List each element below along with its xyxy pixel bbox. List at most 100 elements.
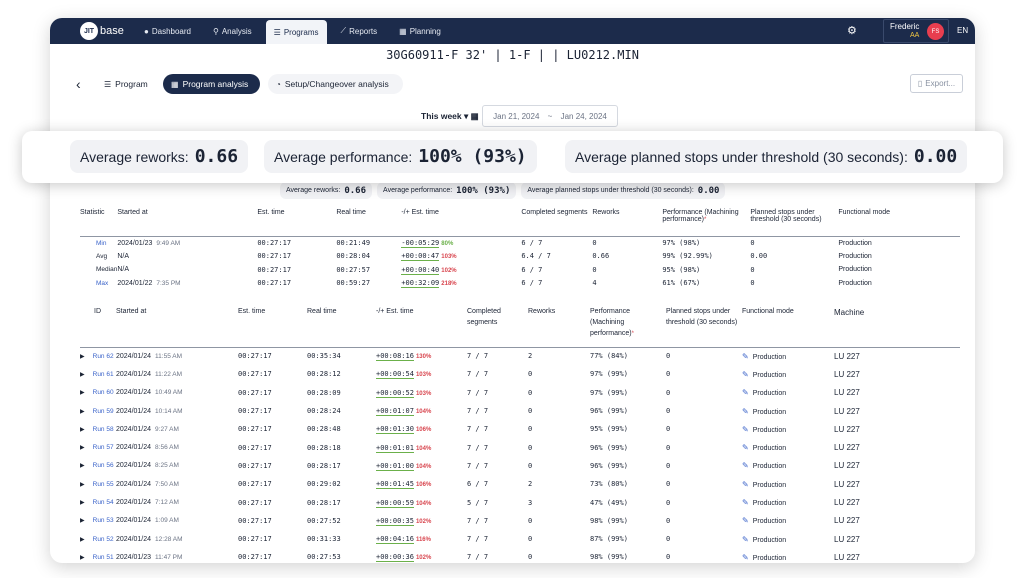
table-row[interactable]: ▶ Run 62 2024/01/24 11:55 AM 00:27:17 00:35:3… (80, 347, 960, 365)
stats-row: Min 2024/01/23 9:49 AM 00:27:17 00:21:49 -00:… (80, 236, 960, 250)
col-machine: Machine (834, 301, 960, 348)
run-link[interactable]: Run 62 (93, 353, 114, 360)
run-link[interactable]: Run 53 (93, 517, 114, 524)
table-row[interactable]: ▶ Run 55 2024/01/24 7:50 AM 00:27:17 00:29:02… (80, 475, 960, 493)
run-link[interactable]: Run 56 (93, 462, 114, 469)
tab-setup-analysis[interactable]: ◔ Setup/Changeover analysis (268, 74, 403, 94)
col-est-time: Est. time (257, 206, 337, 237)
run-link[interactable]: Run 57 (93, 444, 114, 451)
table-row[interactable]: ▶ Run 54 2024/01/24 7:12 AM 00:27:17 00:28:17… (80, 493, 960, 511)
tab-program-analysis[interactable]: ▦ Program analysis (163, 74, 260, 94)
expand-caret-icon[interactable]: ▶ (80, 445, 85, 451)
reworks-cell: 3 (528, 498, 533, 507)
edit-icon[interactable]: ✎ (742, 407, 749, 416)
functional-mode-cell: Production (838, 279, 872, 287)
nav-planning[interactable]: ▦ Planning (391, 18, 449, 44)
delta-value: -00:05:29 (401, 239, 440, 248)
table-row[interactable]: ▶ Run 53 2024/01/24 1:09 AM 00:27:17 00:27:52… (80, 512, 960, 530)
run-link[interactable]: Run 54 (93, 499, 114, 506)
segments-cell: 6.4 / 7 (521, 252, 551, 261)
col-planned-stops: Planned stops under threshold (30 seconds… (666, 301, 742, 348)
run-link[interactable]: Run 60 (93, 389, 114, 396)
period-select[interactable]: This week ▾ ▦ (421, 111, 479, 122)
expand-caret-icon[interactable]: ▶ (80, 372, 85, 378)
functional-mode-cell: ✎ Production (742, 384, 834, 402)
edit-icon[interactable]: ✎ (742, 553, 749, 562)
run-link[interactable]: Run 52 (93, 536, 114, 543)
delta-value: +00:01:45 (376, 480, 414, 490)
delta-value: +00:01:30 (376, 425, 414, 435)
edit-icon[interactable]: ✎ (742, 498, 749, 507)
expand-caret-icon[interactable]: ▶ (80, 500, 85, 506)
date-range-input[interactable]: Jan 21, 2024 ~ Jan 24, 2024 (482, 105, 618, 127)
table-row[interactable]: ▶ Run 58 2024/01/24 9:27 AM 00:27:17 00:28:48… (80, 420, 960, 438)
nav-analysis[interactable]: ⚲ Analysis (205, 18, 260, 44)
export-button[interactable]: ▯ Export... (910, 74, 963, 93)
nav-reports[interactable]: ⟋ Reports (333, 18, 386, 44)
edit-icon[interactable]: ✎ (742, 352, 749, 361)
tab-program[interactable]: ☰ Program (96, 74, 156, 94)
run-link[interactable]: Run 59 (93, 408, 114, 415)
run-link[interactable]: Run 55 (93, 481, 114, 488)
expand-caret-icon[interactable]: ▶ (80, 555, 85, 561)
nav-programs[interactable]: ☰ Programs (265, 20, 327, 44)
performance-cell: 73% (80%) (590, 480, 628, 489)
expand-caret-icon[interactable]: ▶ (80, 482, 85, 488)
started-date: 2024/01/24 (116, 535, 152, 543)
functional-mode: Production (752, 445, 787, 453)
run-id-cell: ▶ Run 52 (80, 530, 116, 548)
edit-icon[interactable]: ✎ (742, 370, 749, 379)
planned-stops-cell: 0 (666, 535, 671, 544)
stat-name[interactable]: Max (80, 280, 108, 287)
planned-stops-cell: 0 (666, 370, 671, 379)
sliders-icon[interactable]: ⚙ (847, 24, 857, 37)
delta-value: +00:01:07 (376, 407, 414, 417)
edit-icon[interactable]: ✎ (742, 480, 749, 489)
table-row[interactable]: ▶ Run 51 2024/01/23 11:47 PM 00:27:17 00:27:5… (80, 548, 960, 563)
edit-icon[interactable]: ✎ (742, 443, 749, 452)
run-link[interactable]: Run 61 (93, 371, 114, 378)
table-row[interactable]: ▶ Run 60 2024/01/24 10:49 AM 00:27:17 00:28:0… (80, 384, 960, 402)
col-real-time: Real time (307, 301, 376, 348)
expand-caret-icon[interactable]: ▶ (80, 518, 85, 524)
table-row[interactable]: ▶ Run 59 2024/01/24 10:14 AM 00:27:17 00:28:2… (80, 402, 960, 420)
expand-caret-icon[interactable]: ▶ (80, 427, 85, 433)
segments-cell: 6 / 7 (521, 265, 543, 274)
table-row[interactable]: ▶ Run 61 2024/01/24 11:22 AM 00:27:17 00:28:1… (80, 365, 960, 383)
expand-caret-icon[interactable]: ▶ (80, 390, 85, 396)
started-date: 2024/01/24 (116, 480, 152, 488)
est-time-cell: 00:27:17 (238, 352, 272, 361)
edit-icon[interactable]: ✎ (742, 461, 749, 470)
run-link[interactable]: Run 51 (93, 554, 114, 561)
user-menu[interactable]: Frederic AA FS (883, 19, 949, 43)
table-row[interactable]: ▶ Run 56 2024/01/24 8:25 AM 00:27:17 00:28:17… (80, 457, 960, 475)
run-link[interactable]: Run 58 (93, 426, 114, 433)
stat-label: Average performance: (383, 187, 453, 194)
table-row[interactable]: ▶ Run 57 2024/01/24 8:56 AM 00:27:17 00:28:18… (80, 438, 960, 456)
table-row[interactable]: ▶ Run 52 2024/01/24 12:28 AM 00:27:17 00:31:3… (80, 530, 960, 548)
delta-cell: +00:32:09 218% (401, 277, 521, 291)
language-switch[interactable]: EN (957, 26, 968, 35)
stat-name[interactable]: Min (80, 240, 106, 247)
edit-icon[interactable]: ✎ (742, 388, 749, 397)
delta-percent: 102% (415, 555, 432, 562)
run-id-cell: ▶ Run 55 (80, 475, 116, 493)
nav-dashboard[interactable]: ● Dashboard (136, 18, 199, 44)
back-arrow-icon[interactable]: ‹ (76, 76, 81, 92)
expand-caret-icon[interactable]: ▶ (80, 537, 85, 543)
expand-caret-icon[interactable]: ▶ (80, 354, 85, 360)
edit-icon[interactable]: ✎ (742, 425, 749, 434)
started-date: N/A (117, 252, 129, 260)
run-id-cell: ▶ Run 51 (80, 548, 116, 563)
real-time-cell: 00:27:57 (336, 265, 371, 274)
edit-icon[interactable]: ✎ (742, 535, 749, 544)
performance-cell: 87% (99%) (590, 535, 628, 544)
info-star-icon: * (631, 330, 634, 337)
stat-label: Average planned stops under threshold (3… (575, 148, 908, 165)
expand-caret-icon[interactable]: ▶ (80, 409, 85, 415)
functional-mode: Production (752, 481, 787, 489)
expand-caret-icon[interactable]: ▶ (80, 463, 85, 469)
logo[interactable]: JIT base (80, 22, 124, 40)
started-date: 2024/01/24 (116, 444, 152, 452)
edit-icon[interactable]: ✎ (742, 516, 749, 525)
